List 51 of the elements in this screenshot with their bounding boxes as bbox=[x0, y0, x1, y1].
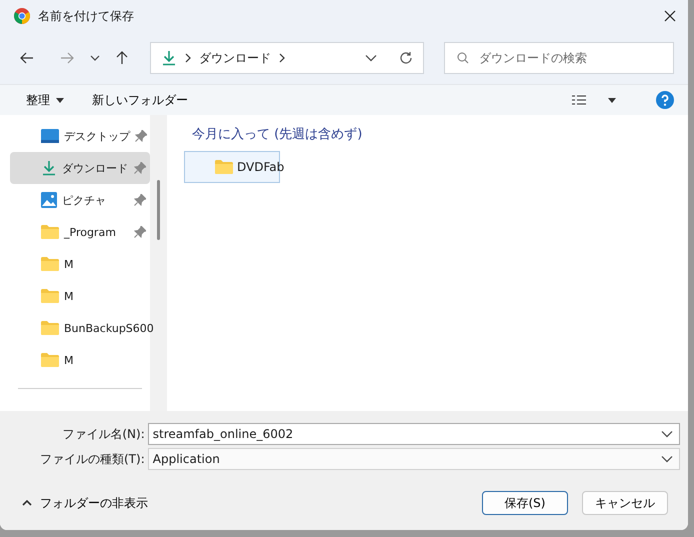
desktop-icon bbox=[41, 129, 59, 143]
chevron-up-icon bbox=[22, 500, 32, 506]
organize-menu[interactable]: 整理 bbox=[24, 90, 66, 110]
close-icon bbox=[664, 10, 676, 22]
download-icon bbox=[41, 160, 57, 176]
sidebar-item[interactable]: ダウンロード bbox=[10, 152, 150, 184]
search-field[interactable]: ダウンロードの検索 bbox=[444, 42, 674, 74]
forward-arrow-icon bbox=[60, 52, 74, 64]
sidebar-item[interactable]: M bbox=[10, 280, 150, 312]
breadcrumb-chevron-icon bbox=[185, 53, 191, 63]
folder-icon bbox=[41, 257, 59, 271]
hide-folders-button[interactable]: フォルダーの非表示 bbox=[20, 492, 150, 514]
app-logo-icon bbox=[14, 8, 30, 24]
folder-icon bbox=[215, 160, 233, 174]
caret-icon bbox=[608, 98, 616, 102]
sidebar-item[interactable]: _Program bbox=[10, 216, 150, 248]
caret-icon bbox=[56, 98, 64, 102]
sidebar-item[interactable]: ピクチャ bbox=[10, 184, 150, 216]
dropdown-chevron-icon[interactable] bbox=[661, 430, 673, 438]
folder-icon bbox=[41, 225, 59, 239]
picture-icon bbox=[41, 192, 57, 208]
view-options-button[interactable] bbox=[570, 93, 618, 107]
dropdown-chevron-icon[interactable] bbox=[661, 455, 673, 463]
group-heading: 今月に入って (先週は含めず) bbox=[192, 126, 364, 143]
breadcrumb-chevron-icon bbox=[279, 53, 285, 63]
folder-icon bbox=[41, 353, 59, 367]
folder-icon bbox=[41, 289, 59, 303]
sidebar-item[interactable]: M bbox=[10, 248, 150, 280]
back-arrow-icon bbox=[20, 52, 34, 64]
file-type-dropdown[interactable]: Application bbox=[148, 448, 680, 470]
file-name-field[interactable]: streamfab_online_6002 bbox=[148, 423, 680, 445]
download-icon bbox=[161, 50, 177, 66]
sidebar-item[interactable]: デスクトップ bbox=[10, 120, 150, 152]
field-label: ファイル名(N): bbox=[61, 426, 145, 442]
window-title: 名前を付けて保存 bbox=[38, 8, 135, 24]
search-icon bbox=[457, 52, 469, 64]
new-folder-button[interactable]: 新しいフォルダー bbox=[90, 90, 190, 110]
cancel-button[interactable]: キャンセル bbox=[582, 491, 668, 515]
help-icon[interactable] bbox=[656, 91, 674, 109]
folder-icon bbox=[41, 321, 59, 335]
save-button[interactable]: 保存(S) bbox=[482, 491, 568, 515]
address-bar[interactable]: ダウンロード bbox=[150, 42, 424, 74]
search-placeholder: ダウンロードの検索 bbox=[479, 50, 587, 66]
up-arrow-icon bbox=[116, 51, 128, 65]
field-label: ファイルの種類(T): bbox=[39, 450, 145, 468]
dropdown-chevron-icon[interactable] bbox=[365, 54, 377, 62]
refresh-icon[interactable] bbox=[399, 51, 413, 65]
chevron-down-icon bbox=[90, 55, 100, 61]
sidebar-item[interactable]: M bbox=[10, 344, 150, 376]
details-view-icon bbox=[572, 95, 586, 105]
breadcrumb-item[interactable]: ダウンロード bbox=[199, 50, 271, 66]
